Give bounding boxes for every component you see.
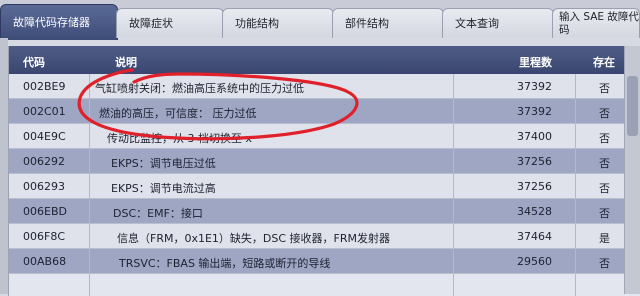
cell-code: 004E9C [23, 130, 66, 143]
table-row[interactable]: 002BE9 气缸喷射关闭：燃油高压系统中的压力过低 37392 否 [9, 74, 640, 99]
cell-description: 燃油的高压，可信度： 压力过低 [99, 107, 257, 120]
tab-fault-symptoms[interactable]: 故障症状 [116, 8, 224, 38]
cell-mileage: 37464 [517, 230, 552, 243]
cell-mileage: 37392 [517, 105, 552, 118]
header-mileage[interactable]: 里程数 [519, 54, 552, 70]
header-description[interactable]: 说明 [115, 54, 137, 70]
cell-description: TRSVC：FBAS 输出端，短路或断开的导线 [119, 257, 331, 270]
cell-code: 002C01 [23, 105, 66, 118]
cell-code: 006F8C [23, 230, 66, 243]
tab-function-structure[interactable]: 功能结构 [222, 8, 334, 38]
column-divider [575, 74, 576, 296]
table-row[interactable]: 00AB68 TRSVC：FBAS 输出端，短路或断开的导线 29560 否 [9, 249, 640, 274]
cell-description: 气缸喷射关闭：燃油高压系统中的压力过低 [95, 82, 304, 95]
cell-description: EKPS：调节电压过低 [111, 157, 216, 170]
cell-code: 006293 [23, 180, 65, 193]
cell-exists: 否 [599, 82, 610, 95]
tab-sae-code-input[interactable]: 输入 SAE 故障代码 [552, 8, 640, 38]
column-divider [89, 74, 90, 296]
table-header: 代码 说明 里程数 存在 [9, 46, 640, 74]
table-row[interactable]: 006293 EKPS：调节电流过高 37256 否 [9, 174, 640, 199]
tab-text-search[interactable]: 文本查询 [442, 8, 554, 38]
cell-mileage: 37256 [517, 180, 552, 193]
tab-bar: 故障代码存储器 故障症状 功能结构 部件结构 文本查询 输入 SAE 故障代码 [0, 0, 640, 40]
cell-exists: 否 [599, 107, 610, 120]
header-exists[interactable]: 存在 [593, 54, 615, 70]
cell-exists: 否 [599, 207, 610, 220]
scrollbar-thumb[interactable] [627, 76, 638, 136]
cell-description: 传动比监控，从 3 档切换至 x [107, 132, 252, 145]
cell-mileage: 37392 [517, 80, 552, 93]
vertical-scrollbar[interactable] [624, 46, 640, 294]
table-row[interactable]: 002C01 燃油的高压，可信度： 压力过低 37392 否 [9, 99, 640, 124]
cell-code: 006EBD [23, 205, 67, 218]
column-divider [453, 74, 454, 296]
tab-fault-memory[interactable]: 故障代码存储器 [0, 4, 118, 40]
cell-exists: 否 [599, 182, 610, 195]
header-code[interactable]: 代码 [23, 54, 45, 70]
cell-exists: 是 [599, 232, 610, 245]
table-row[interactable]: 004E9C 传动比监控，从 3 档切换至 x 37400 否 [9, 124, 640, 149]
cell-code: 006292 [23, 155, 65, 168]
cell-mileage: 37400 [517, 130, 552, 143]
cell-mileage: 34528 [517, 205, 552, 218]
table-row[interactable]: 006EBD DSC：EMF：接口 34528 否 [9, 199, 640, 224]
cell-code: 00AB68 [23, 255, 67, 268]
cell-description: 信息（FRM，0x1E1）缺失，DSC 接收器，FRM发射器 [117, 232, 391, 245]
fault-code-table: 代码 说明 里程数 存在 002BE9 气缸喷射关闭：燃油高压系统中的压力过低 … [8, 46, 640, 296]
cell-exists: 否 [599, 257, 610, 270]
fault-memory-screen: 故障代码存储器 故障症状 功能结构 部件结构 文本查询 输入 SAE 故障代码 … [0, 0, 640, 296]
cell-description: DSC：EMF：接口 [113, 207, 203, 220]
tab-component-structure[interactable]: 部件结构 [332, 8, 444, 38]
cell-mileage: 37256 [517, 155, 552, 168]
table-row[interactable]: 006F8C 信息（FRM，0x1E1）缺失，DSC 接收器，FRM发射器 37… [9, 224, 640, 249]
left-frame [0, 38, 8, 294]
cell-code: 002BE9 [23, 80, 66, 93]
table-row[interactable]: 006292 EKPS：调节电压过低 37256 否 [9, 149, 640, 174]
cell-mileage: 29560 [517, 255, 552, 268]
cell-description: EKPS：调节电流过高 [111, 182, 216, 195]
cell-exists: 否 [599, 157, 610, 170]
cell-exists: 否 [599, 132, 610, 145]
